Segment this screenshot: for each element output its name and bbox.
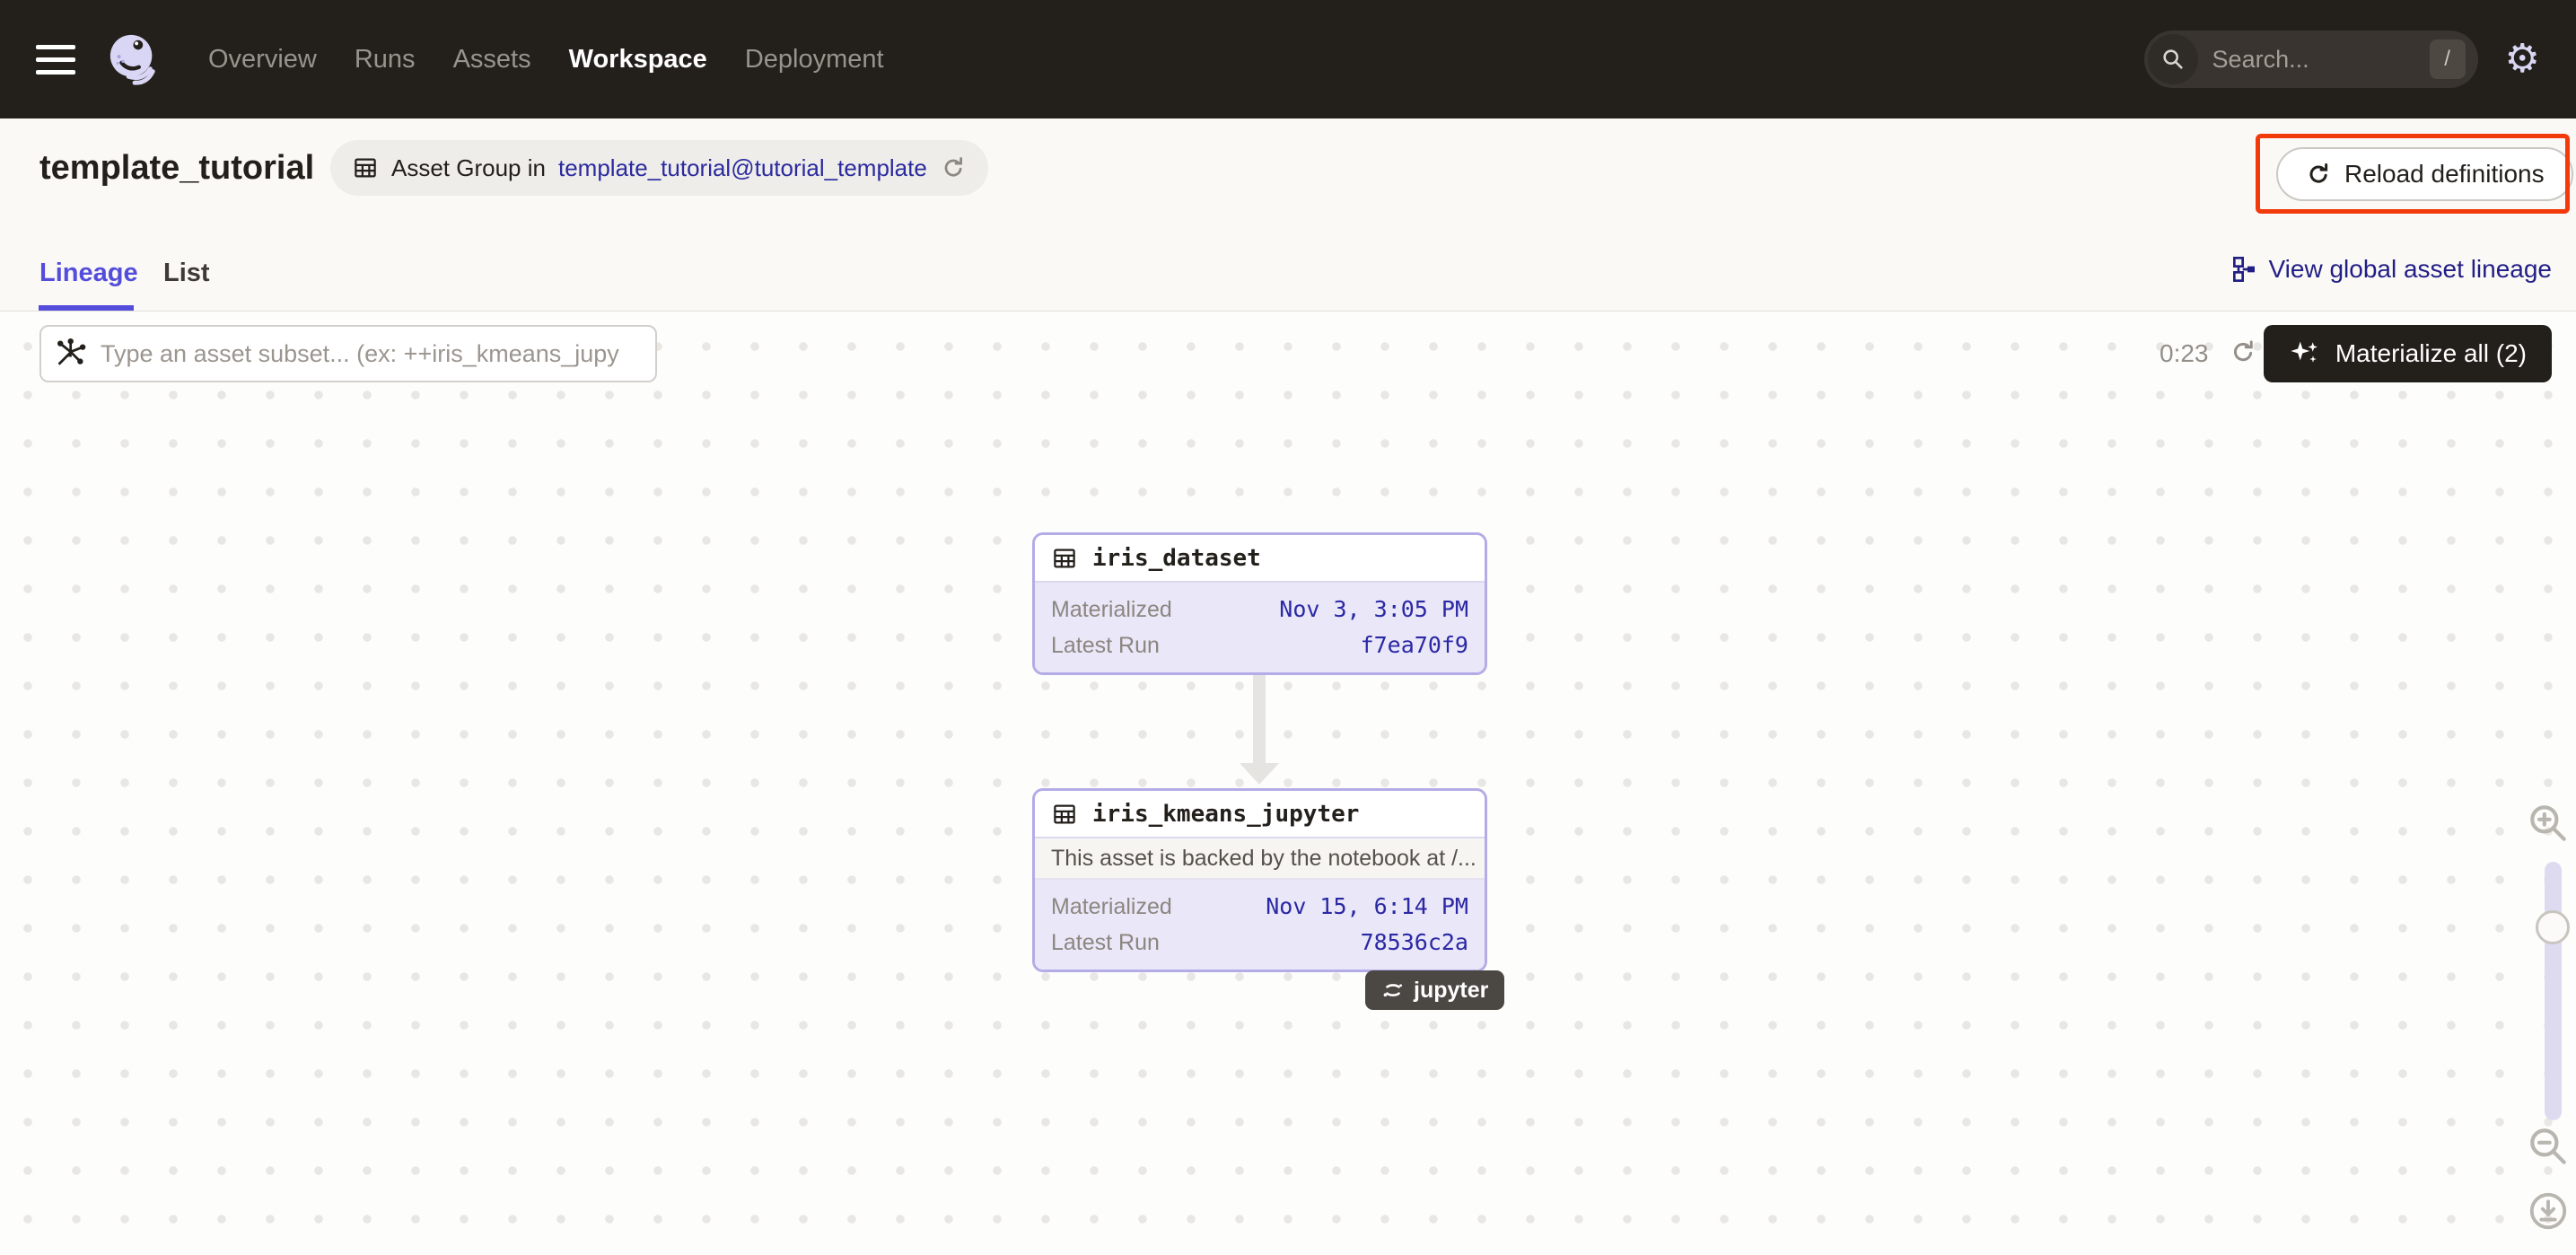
asset-name: iris_kmeans_jupyter xyxy=(1092,801,1359,828)
nav-item-assets[interactable]: Assets xyxy=(453,45,531,75)
asset-node-iris-dataset[interactable]: iris_dataset Materialized Nov 3, 3:05 PM… xyxy=(1032,532,1487,675)
tag-label: jupyter xyxy=(1414,978,1488,1004)
asset-description: This asset is backed by the notebook at … xyxy=(1035,838,1485,880)
compute-kind-tag-jupyter[interactable]: jupyter xyxy=(1365,970,1504,1010)
materialized-timestamp[interactable]: Nov 3, 3:05 PM xyxy=(1279,592,1468,628)
materialized-timestamp[interactable]: Nov 15, 6:14 PM xyxy=(1266,889,1468,925)
settings-gear-icon[interactable]: ⚙ xyxy=(2505,39,2540,79)
sparkle-icon xyxy=(2289,338,2321,370)
asset-subset-input[interactable] xyxy=(39,325,657,382)
search-input[interactable]: Search... / xyxy=(2144,31,2478,88)
table-grid-icon xyxy=(352,154,379,181)
stat-label: Materialized xyxy=(1051,592,1172,628)
lineage-edge-arrowhead xyxy=(1240,763,1279,785)
download-icon[interactable] xyxy=(2528,1190,2569,1232)
asset-stats: Materialized Nov 3, 3:05 PM Latest Run f… xyxy=(1035,583,1485,672)
menu-hamburger-icon[interactable] xyxy=(36,45,75,75)
tab-lineage[interactable]: Lineage xyxy=(39,259,138,288)
asset-node-iris-kmeans-jupyter[interactable]: iris_kmeans_jupyter This asset is backed… xyxy=(1032,788,1487,972)
search-placeholder: Search... xyxy=(2212,46,2309,74)
nav-item-runs[interactable]: Runs xyxy=(355,45,416,75)
asset-group-badge-prefix: Asset Group in xyxy=(391,154,546,182)
asset-group-badge: Asset Group in template_tutorial@tutoria… xyxy=(330,140,988,196)
zoom-slider-thumb[interactable] xyxy=(2536,910,2570,944)
table-grid-icon xyxy=(1051,545,1078,572)
lineage-graph-icon xyxy=(2230,255,2258,284)
page-title: template_tutorial xyxy=(39,149,314,188)
nav-item-deployment[interactable]: Deployment xyxy=(745,45,884,75)
view-global-asset-lineage-label: View global asset lineage xyxy=(2269,255,2552,284)
latest-run-link[interactable]: f7ea70f9 xyxy=(1361,628,1468,663)
refresh-icon[interactable] xyxy=(2229,338,2257,366)
stat-label: Materialized xyxy=(1051,889,1172,925)
asset-group-link[interactable]: template_tutorial@tutorial_template xyxy=(558,154,927,182)
reload-icon xyxy=(2305,161,2332,188)
nav-item-workspace[interactable]: Workspace xyxy=(569,45,707,75)
asset-node-header: iris_dataset xyxy=(1035,535,1485,583)
asset-name: iris_dataset xyxy=(1092,545,1261,572)
latest-run-link[interactable]: 78536c2a xyxy=(1361,925,1468,961)
stat-label: Latest Run xyxy=(1051,628,1160,663)
refresh-countdown: 0:23 xyxy=(2160,339,2209,368)
zoom-out-icon[interactable] xyxy=(2526,1124,2571,1169)
asset-node-header: iris_kmeans_jupyter xyxy=(1035,791,1485,838)
primary-nav: Overview Runs Assets Workspace Deploymen… xyxy=(208,45,884,75)
lineage-edge xyxy=(1253,671,1266,763)
table-grid-icon xyxy=(1051,801,1078,828)
asset-stats: Materialized Nov 15, 6:14 PM Latest Run … xyxy=(1035,880,1485,970)
view-global-asset-lineage-link[interactable]: View global asset lineage xyxy=(2230,255,2552,284)
asset-subset-filter xyxy=(39,325,657,382)
search-shortcut-key: / xyxy=(2430,39,2466,79)
zoom-in-icon[interactable] xyxy=(2526,801,2571,846)
zoom-slider[interactable] xyxy=(2545,862,2562,1120)
search-icon xyxy=(2148,34,2198,84)
materialize-all-label: Materialize all (2) xyxy=(2335,339,2527,368)
jupyter-icon xyxy=(1381,979,1405,1002)
dagster-logo-icon[interactable] xyxy=(106,31,162,87)
materialize-all-button[interactable]: Materialize all (2) xyxy=(2264,325,2552,382)
reload-definitions-button[interactable]: Reload definitions xyxy=(2276,147,2573,201)
top-nav-bar: Overview Runs Assets Workspace Deploymen… xyxy=(0,0,2576,118)
stat-label: Latest Run xyxy=(1051,925,1160,961)
refresh-icon[interactable] xyxy=(940,154,967,181)
lineage-canvas[interactable] xyxy=(0,312,2576,1255)
tab-list[interactable]: List xyxy=(163,259,210,288)
nav-item-overview[interactable]: Overview xyxy=(208,45,317,75)
reload-definitions-label: Reload definitions xyxy=(2344,160,2545,189)
